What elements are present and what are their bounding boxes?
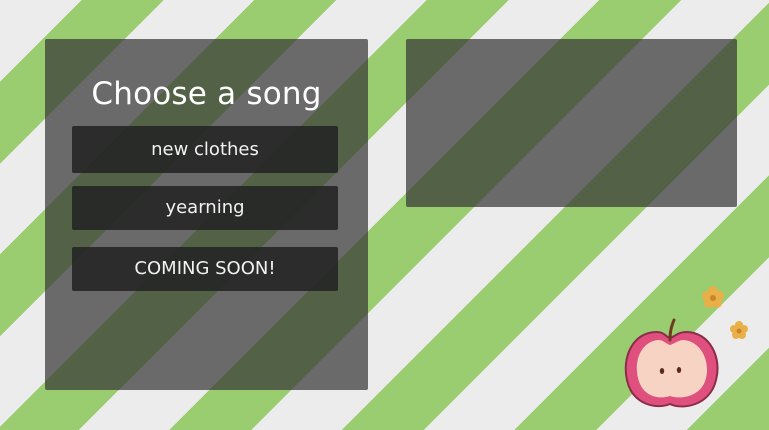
song-button-new-clothes[interactable]: new clothes [72, 126, 338, 173]
flower-icon [730, 321, 748, 339]
song-select-panel: Choose a song new clothes yearning COMIN… [45, 39, 368, 390]
song-preview-panel [406, 39, 737, 207]
apple-icon [624, 318, 719, 408]
song-button-yearning[interactable]: yearning [72, 186, 338, 230]
panel-title: Choose a song [91, 76, 322, 112]
flower-icon [702, 286, 724, 308]
song-button-coming-soon[interactable]: COMING SOON! [72, 247, 338, 291]
apple-decoration [624, 286, 748, 408]
